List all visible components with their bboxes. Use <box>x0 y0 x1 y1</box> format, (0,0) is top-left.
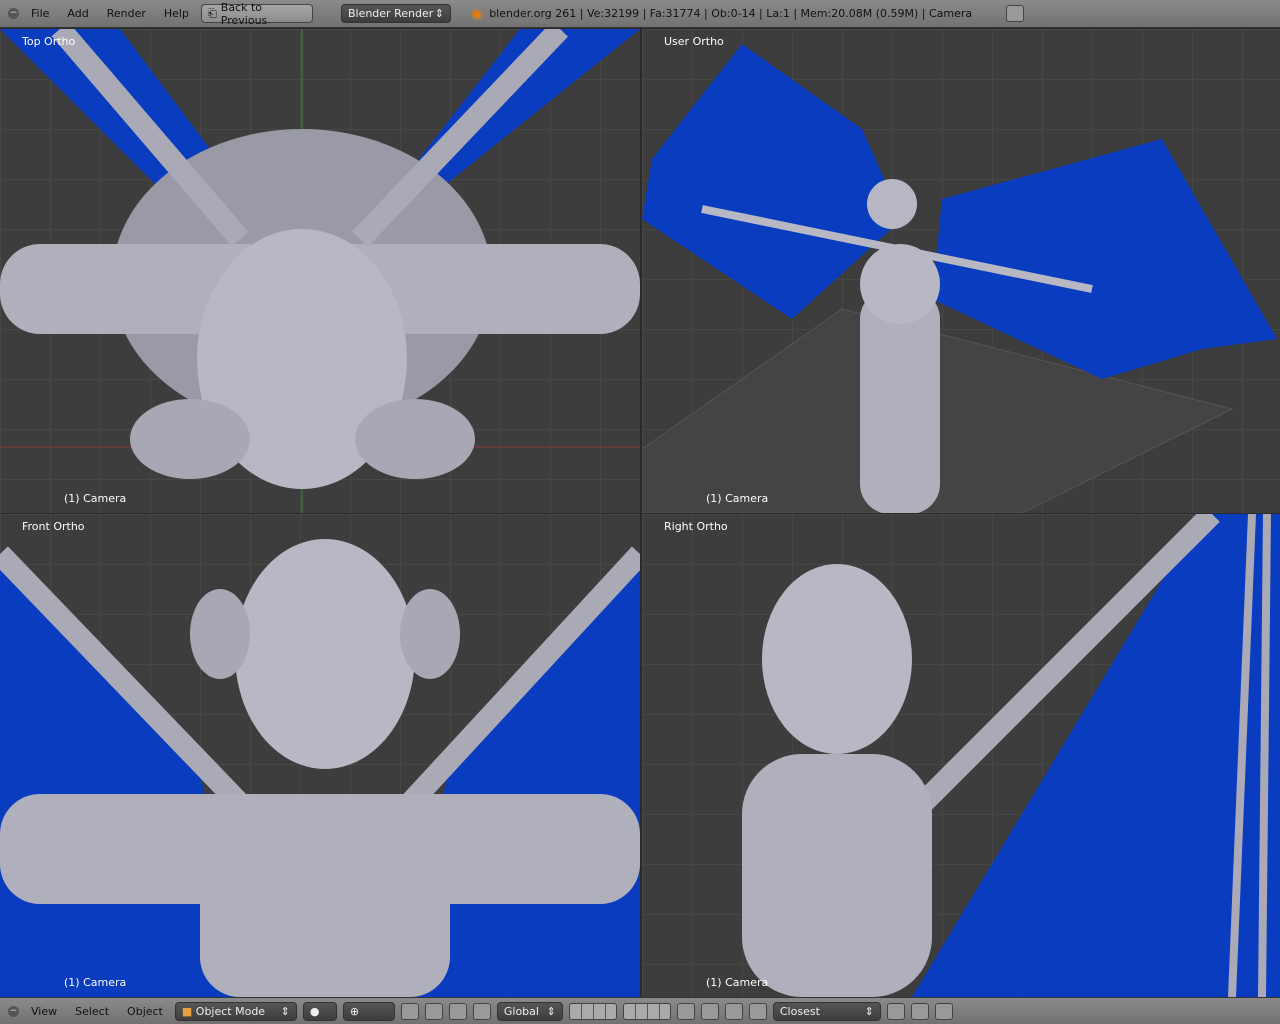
snap-element-icon[interactable] <box>748 1002 767 1020</box>
pivot-select[interactable]: ⊕ <box>342 1001 395 1021</box>
front-view-scene <box>0 539 640 997</box>
top-view-scene <box>0 29 640 513</box>
translate-icon[interactable] <box>424 1002 443 1020</box>
menu-view[interactable]: View <box>25 1005 63 1018</box>
mode-text: Object Mode <box>195 1004 266 1018</box>
pivot-icon: ⊕ <box>349 1004 360 1018</box>
active-object-label: (1) Camera <box>64 492 127 505</box>
mode-select[interactable]: ■ Object Mode ⇕ <box>174 1001 297 1021</box>
active-object-label: (1) Camera <box>64 976 127 989</box>
back-to-previous-button[interactable]: ⎗ Back to Previous <box>200 1 313 27</box>
menu-help[interactable]: Help <box>158 7 195 20</box>
lock-layers-icon[interactable] <box>676 1002 695 1020</box>
scale-icon[interactable] <box>472 1002 491 1020</box>
solid-sphere-icon: ● <box>309 1004 320 1018</box>
viewport-right-ortho[interactable]: Right Ortho (1) Camera <box>642 514 1280 997</box>
viewport-top-ortho[interactable]: Top Ortho (1) Camera <box>0 29 640 513</box>
active-object-label: (1) Camera <box>706 976 769 989</box>
viewport-user-ortho[interactable]: User Ortho (1) Camera <box>642 29 1280 513</box>
right-view-scene <box>742 514 1280 997</box>
updown-icon: ⇕ <box>434 7 444 20</box>
layers-group-1[interactable] <box>568 1002 617 1020</box>
updown-icon: ⇕ <box>546 1004 556 1018</box>
updown-icon: ⇕ <box>280 1004 290 1018</box>
snap-label: Closest <box>779 1004 820 1018</box>
render-camera-icon[interactable] <box>910 1002 929 1020</box>
blender-logo-icon: ◉ <box>470 5 484 22</box>
proportional-edit-icon[interactable] <box>700 1002 719 1020</box>
snap-target-select[interactable]: Closest ⇕ <box>772 1001 881 1021</box>
back-icon: ⎗ <box>207 6 217 20</box>
menu-render[interactable]: Render <box>101 7 152 20</box>
viewport-label: User Ortho <box>664 35 724 48</box>
cube-icon: ■ <box>181 1004 193 1018</box>
info-header: − File Add Render Help ⎗ Back to Previous… <box>0 0 1280 28</box>
user-view-scene <box>642 44 1277 513</box>
snap-magnet-icon[interactable] <box>724 1002 743 1020</box>
menu-select[interactable]: Select <box>69 1005 115 1018</box>
snap-align-icon[interactable] <box>886 1002 905 1020</box>
render-engine-select[interactable]: Blender Render ⇕ <box>340 4 451 23</box>
mode-label: ■ Object Mode <box>182 1005 265 1018</box>
render-animation-icon[interactable] <box>934 1002 953 1020</box>
viewport-label: Top Ortho <box>22 35 76 48</box>
active-object-label: (1) Camera <box>706 492 769 505</box>
orientation-label: Global <box>503 1004 539 1018</box>
updown-icon: ⇕ <box>864 1004 874 1018</box>
3d-view-header: − View Select Object ■ Object Mode ⇕ ● ⊕ … <box>0 997 1280 1024</box>
back-label: Back to Previous <box>220 0 268 27</box>
viewport-front-ortho[interactable]: Front Ortho (1) Camera <box>0 514 640 997</box>
render-engine-label: Blender Render <box>347 7 434 20</box>
manipulator-icon[interactable] <box>400 1002 419 1020</box>
shading-select[interactable]: ● <box>302 1001 337 1021</box>
orientation-select[interactable]: Global ⇕ <box>496 1001 563 1021</box>
fullscreen-icon[interactable] <box>1006 5 1025 22</box>
menu-file[interactable]: File <box>25 7 55 20</box>
viewport-label: Right Ortho <box>664 520 728 533</box>
menu-object[interactable]: Object <box>121 1005 169 1018</box>
editor-type-icon[interactable]: − <box>8 1005 19 1017</box>
scene-stats: blender.org 261 | Ve:32199 | Fa:31774 | … <box>489 7 973 20</box>
viewport-label: Front Ortho <box>22 520 85 533</box>
menu-add[interactable]: Add <box>61 7 94 20</box>
layers-group-2[interactable] <box>622 1002 671 1020</box>
rotate-icon[interactable] <box>448 1002 467 1020</box>
editor-type-icon[interactable]: − <box>8 8 19 19</box>
